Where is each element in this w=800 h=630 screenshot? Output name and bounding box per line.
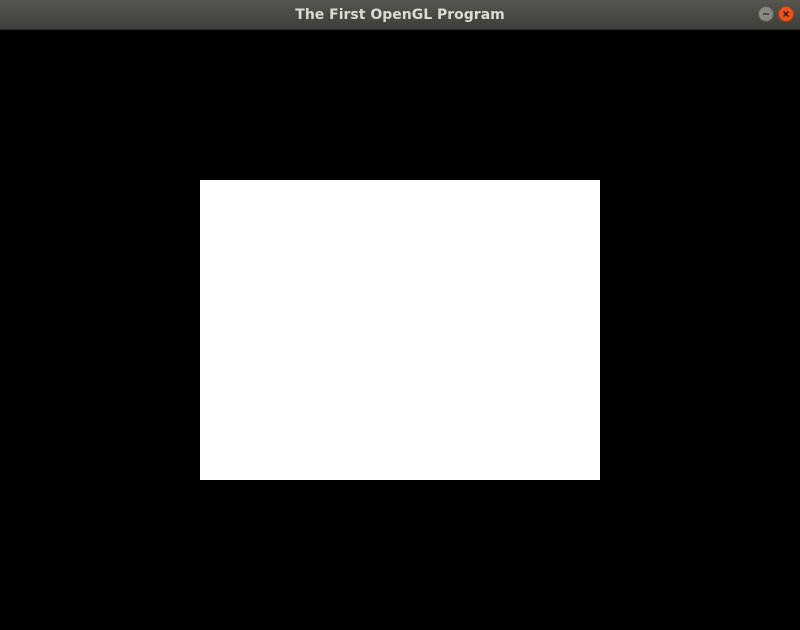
minimize-icon — [763, 13, 769, 15]
window-controls — [758, 6, 794, 22]
white-rectangle — [200, 180, 600, 480]
title-bar[interactable]: The First OpenGL Program — [0, 0, 800, 30]
close-button[interactable] — [778, 6, 794, 22]
close-icon — [783, 11, 789, 17]
window-title: The First OpenGL Program — [295, 7, 505, 23]
minimize-button[interactable] — [758, 6, 774, 22]
opengl-canvas — [0, 30, 800, 630]
app-window: The First OpenGL Program — [0, 0, 800, 630]
